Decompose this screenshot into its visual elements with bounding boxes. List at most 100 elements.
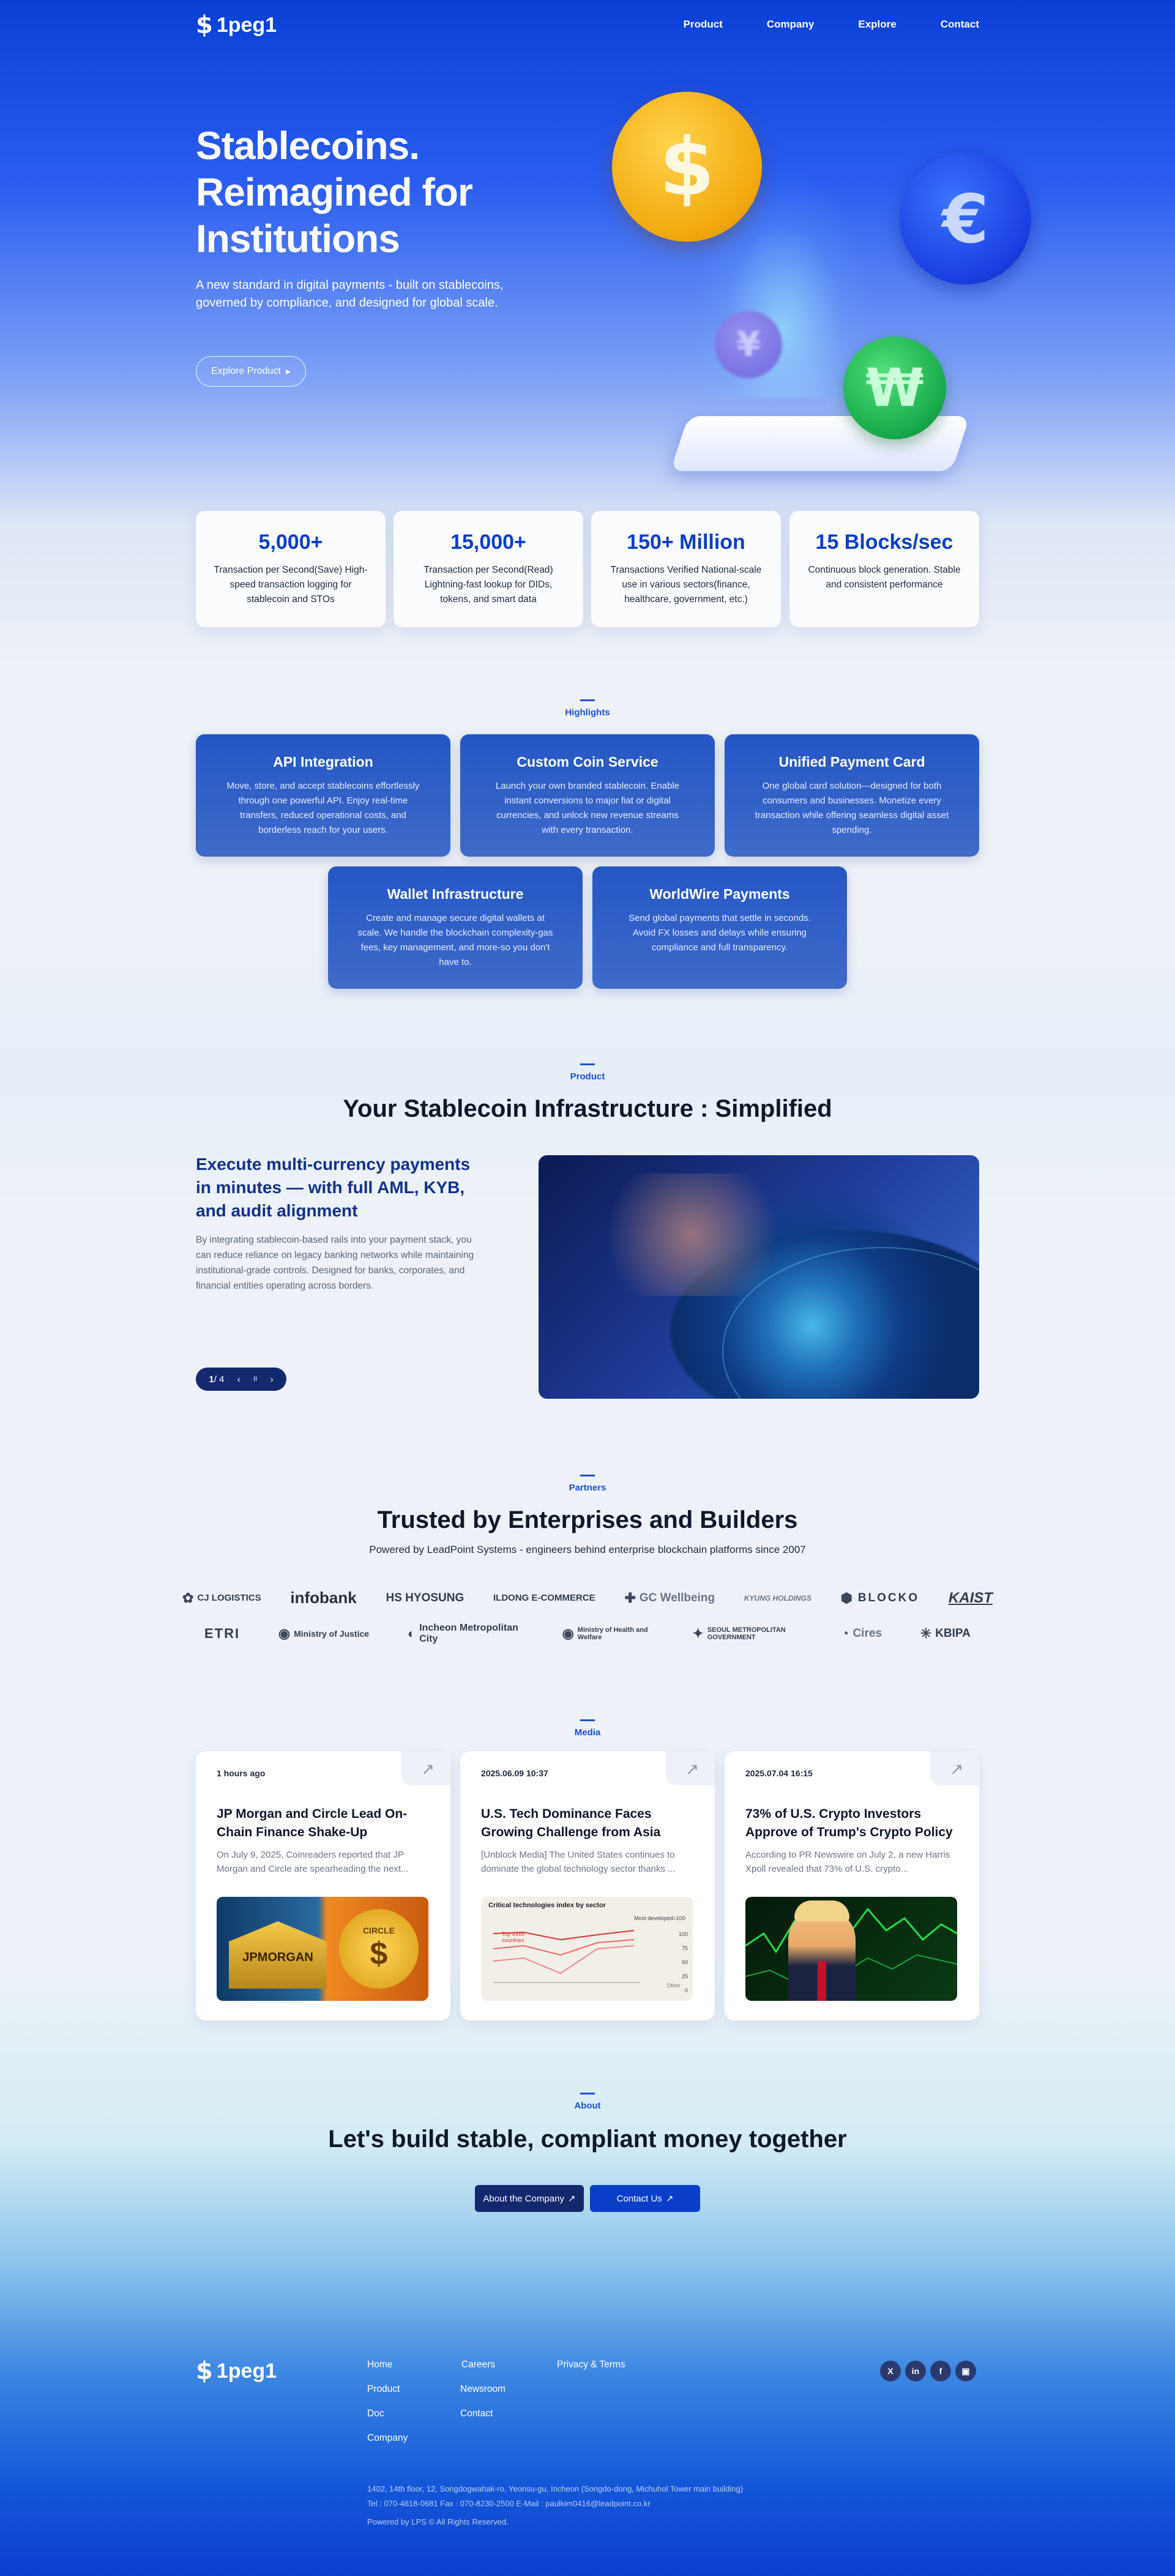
media-card[interactable]: ↗ 1 hours ago JP Morgan and Circle Lead … <box>196 1751 450 2020</box>
pager-count: 1/ 4 <box>209 1374 225 1385</box>
stat-card: 15,000+ Transaction per Second(Read) Lig… <box>394 511 583 627</box>
stat-desc: Transaction per Second(Read) Lightning-f… <box>423 565 553 605</box>
media-date: 2025.06.09 10:37 <box>481 1768 548 1778</box>
partner-logo-ildong: ILDONG E-COMMERCE <box>493 1593 595 1603</box>
partner-logo-hyosung: HS HYOSUNG <box>386 1591 464 1604</box>
footer-link-contact[interactable]: Contact <box>460 2408 493 2419</box>
partner-logo-gc: ✚ GC Wellbeing <box>624 1590 715 1606</box>
highlight-desc: Send global payments that settle in seco… <box>629 913 811 953</box>
dollar-logo-icon: $ <box>196 2357 213 2385</box>
brand-logo[interactable]: $ 1peg1 <box>196 11 277 39</box>
highlight-desc: One global card solution—designed for bo… <box>755 781 949 835</box>
nav-company[interactable]: Company <box>767 18 814 31</box>
partner-logo-kaist: KAIST <box>948 1589 993 1606</box>
highlight-title: API Integration <box>273 754 373 770</box>
highlight-title: Unified Payment Card <box>778 754 925 770</box>
footer-address: 1402, 14th floor, 12, Songdogwahak-ro, Y… <box>367 2484 744 2493</box>
product-title: Your Stablecoin Infrastructure : Simplif… <box>343 1095 832 1122</box>
product-heading: Execute multi-currency payments in minut… <box>196 1155 471 1220</box>
slide-pager: 1/ 4 ‹ II › <box>196 1368 286 1391</box>
partner-logo-kyung: KYUNG HOLDINGS <box>744 1593 811 1603</box>
nav-explore[interactable]: Explore <box>858 18 896 31</box>
footer-link-careers[interactable]: Careers <box>461 2359 495 2370</box>
contact-us-button[interactable]: Contact Us ↗ <box>590 2185 700 2212</box>
prev-slide-button[interactable]: ‹ <box>237 1374 241 1385</box>
highlight-card[interactable]: WorldWire Payments Send global payments … <box>592 866 847 989</box>
footer-link-company[interactable]: Company <box>367 2433 408 2444</box>
media-card[interactable]: ↗ 2025.07.04 16:15 73% of U.S. Crypto In… <box>725 1751 979 2020</box>
media-desc: On July 9, 2025, Coinreaders reported th… <box>217 1850 409 1874</box>
highlight-card[interactable]: API Integration Move, store, and accept … <box>196 734 450 857</box>
line-graphic <box>493 1930 640 1983</box>
stat-value: 5,000+ <box>258 530 323 554</box>
partners-subtitle: Powered by LeadPoint Systems - engineers… <box>369 1544 806 1555</box>
media-label: Media <box>0 1719 1175 1738</box>
arrow-up-right-icon[interactable]: ↗ <box>421 1760 435 1779</box>
footer-copyright: Powered by LPS © All Rights Reserved. <box>367 2517 509 2526</box>
partner-logos-row: ✿ CJ LOGISTICS infobank HS HYOSUNG ILDONG… <box>182 1588 993 1607</box>
arrow-up-right-icon[interactable]: ↗ <box>685 1760 699 1779</box>
partner-logo-seoul: ✦ SEOUL METROPOLITAN GOVERNMENT <box>692 1626 786 1641</box>
instagram-social-icon[interactable]: ▣ <box>955 2361 976 2381</box>
hero-title: Stablecoins. Reimagined for Institutions <box>196 124 473 261</box>
footer-link-privacy[interactable]: Privacy & Terms <box>557 2359 625 2370</box>
media-desc: According to PR Newswire on July 2, a ne… <box>745 1850 950 1874</box>
x-social-icon[interactable]: X <box>880 2361 901 2381</box>
media-title: JP Morgan and Circle Lead On-Chain Finan… <box>217 1807 408 1839</box>
pause-button[interactable]: II <box>253 1375 257 1383</box>
partner-logo-infobank: infobank <box>290 1588 357 1607</box>
linkedin-social-icon[interactable]: in <box>905 2361 926 2381</box>
media-title: U.S. Tech Dominance Faces Growing Challe… <box>481 1807 661 1839</box>
stat-card: 150+ Million Transactions Verified Natio… <box>591 511 781 627</box>
brand-name: 1peg1 <box>216 2359 277 2383</box>
highlight-title: Custom Coin Service <box>517 754 658 770</box>
hero-subtitle: A new standard in digital payments - bui… <box>196 278 504 310</box>
about-company-button[interactable]: About the Company ↗ <box>475 2185 584 2212</box>
stat-desc: Continuous block generation. Stable and … <box>808 565 961 590</box>
stat-desc: Transactions Verified National-scale use… <box>610 565 762 605</box>
nav-contact[interactable]: Contact <box>941 18 979 31</box>
won-coin-icon: ₩ <box>843 337 946 439</box>
play-icon: ▸ <box>285 367 291 377</box>
nav-product[interactable]: Product <box>684 18 723 31</box>
footer-link-product[interactable]: Product <box>367 2384 400 2395</box>
product-text: By integrating stablecoin-based rails in… <box>196 1235 474 1291</box>
arrow-up-right-icon[interactable]: ↗ <box>950 1760 963 1779</box>
highlight-desc: Create and manage secure digital wallets… <box>357 913 553 967</box>
footer-link-newsroom[interactable]: Newsroom <box>460 2384 505 2395</box>
partner-logo-cj: ✿ CJ LOGISTICS <box>182 1590 261 1606</box>
dollar-coin-icon: $ <box>612 92 762 242</box>
stat-desc: Transaction per Second(Save) High-speed … <box>214 565 368 605</box>
highlight-card[interactable]: Wallet Infrastructure Create and manage … <box>328 866 583 989</box>
explore-product-button[interactable]: Explore Product ▸ <box>196 356 306 387</box>
partner-logos-row: ETRI ◉ Ministry of Justice ◐ Incheon Metro… <box>204 1623 971 1645</box>
highlight-card[interactable]: Custom Coin Service Launch your own bran… <box>460 734 715 857</box>
tech-index-chart-image: Critical technologies index by sector Mo… <box>481 1897 693 2001</box>
highlight-title: WorldWire Payments <box>649 886 790 902</box>
highlights-label: Highlights <box>0 699 1175 718</box>
digital-globe-image <box>539 1155 979 1399</box>
media-desc: [Unblock Media] The United States contin… <box>481 1850 676 1874</box>
yen-coin-icon: ¥ <box>715 311 782 378</box>
partner-logo-blocko: ⬢ BLOCKO <box>840 1590 920 1606</box>
trump-market-image <box>745 1897 957 2001</box>
stat-value: 150+ Million <box>627 530 745 554</box>
media-card[interactable]: ↗ 2025.06.09 10:37 U.S. Tech Dominance F… <box>460 1751 715 2020</box>
brand-name: 1peg1 <box>216 13 277 37</box>
media-date: 1 hours ago <box>217 1768 266 1778</box>
media-date: 2025.07.04 16:15 <box>745 1768 813 1778</box>
footer-link-doc[interactable]: Doc <box>367 2408 384 2419</box>
next-slide-button[interactable]: › <box>270 1374 274 1385</box>
footer-logo[interactable]: $ 1peg1 <box>196 2357 277 2385</box>
facebook-social-icon[interactable]: f <box>930 2361 951 2381</box>
partner-logo-moj: ◉ Ministry of Justice <box>278 1626 370 1641</box>
footer-link-home[interactable]: Home <box>367 2359 392 2370</box>
media-title: 73% of U.S. Crypto Investors Approve of … <box>745 1807 953 1839</box>
partner-logo-incheon: ◐ Incheon Metropolitan City <box>407 1623 518 1644</box>
stat-card: 15 Blocks/sec Continuous block generatio… <box>789 511 979 627</box>
highlight-desc: Move, store, and accept stablecoins effo… <box>226 781 420 835</box>
external-link-icon: ↗ <box>665 2194 674 2204</box>
stat-value: 15,000+ <box>450 530 526 554</box>
about-title: Let's build stable, compliant money toge… <box>328 2126 847 2153</box>
highlight-card[interactable]: Unified Payment Card One global card sol… <box>725 734 979 857</box>
